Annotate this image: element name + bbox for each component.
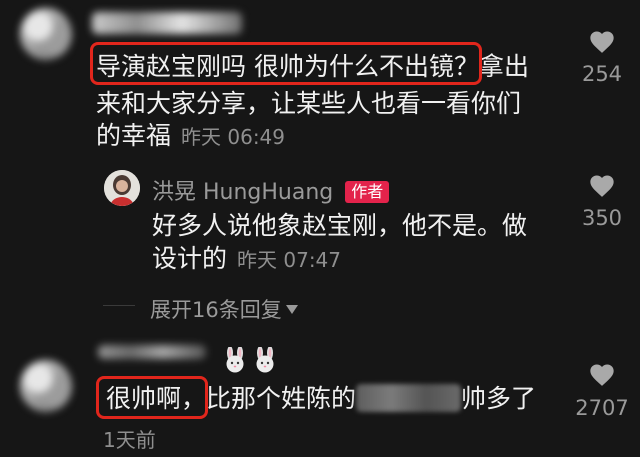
highlight-box — [90, 42, 482, 85]
comment-text-suffix: 帅多了 — [461, 384, 537, 413]
like-count: 2707 — [575, 396, 629, 420]
author-avatar[interactable] — [104, 170, 140, 206]
commenter-avatar[interactable] — [20, 360, 72, 412]
highlight-box — [96, 376, 208, 419]
expand-replies-button[interactable]: 展开16条回复 — [150, 294, 298, 324]
heart-icon[interactable] — [588, 28, 616, 56]
reply-text-line-2-text: 设计的 — [152, 244, 228, 273]
replies-divider — [103, 305, 135, 306]
like-count: 254 — [581, 62, 623, 86]
reply-text-line-1: 好多人说他象赵宝刚，他不是。做 — [152, 211, 528, 240]
heart-icon[interactable] — [588, 172, 616, 200]
reply-time: 昨天 07:47 — [237, 248, 342, 272]
censored-name — [356, 384, 462, 412]
author-badge: 作者 — [345, 181, 390, 203]
reply-text-line-2: 设计的 昨天 07:47 — [152, 242, 341, 277]
comment-text-line-2: 来和大家分享，让某些人也看一看你们 — [96, 89, 522, 118]
comment-text-line-3-text: 的幸福 — [96, 121, 172, 150]
caret-down-icon — [285, 305, 298, 314]
comment-time: 昨天 06:49 — [181, 125, 286, 149]
reply-like-count: 350 — [581, 206, 623, 230]
rabbit-emoji — [256, 347, 274, 373]
commenter-avatar[interactable] — [20, 8, 72, 60]
comment-text-line-3: 的幸福 昨天 06:49 — [96, 119, 285, 154]
commenter-name[interactable] — [92, 12, 242, 34]
rabbit-emoji — [226, 347, 244, 373]
commenter-name[interactable] — [98, 345, 206, 359]
author-reply-header: 洪晃 HungHuang 作者 — [152, 174, 390, 206]
author-name[interactable]: 洪晃 HungHuang — [152, 180, 333, 205]
comment-time: 1天前 — [103, 428, 156, 452]
author-avatar-image — [104, 170, 140, 206]
heart-icon[interactable] — [588, 361, 616, 389]
expand-replies-label: 展开16条回复 — [150, 298, 282, 322]
